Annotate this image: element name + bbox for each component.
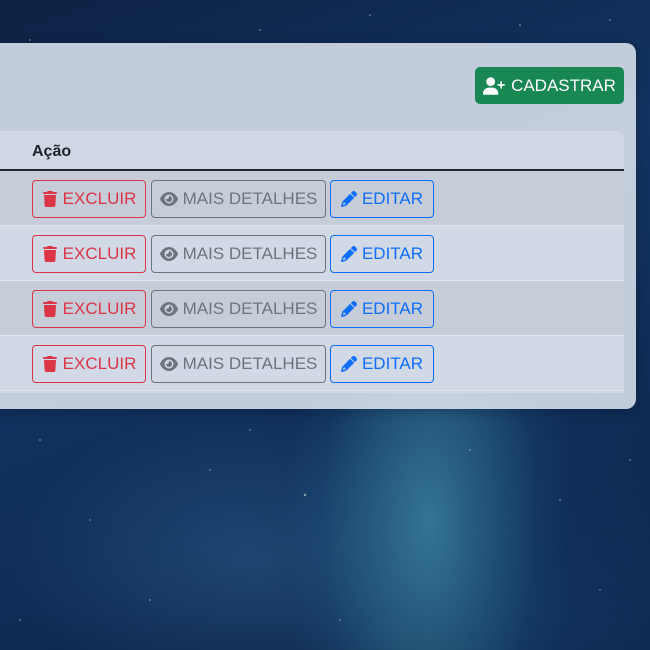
details-button-label: MAIS DETALHES bbox=[182, 299, 318, 318]
pencil-icon bbox=[340, 356, 357, 372]
user-plus-icon bbox=[483, 76, 506, 95]
eye-icon bbox=[159, 302, 178, 316]
delete-button-label: EXCLUIR bbox=[62, 189, 137, 208]
eye-icon bbox=[159, 192, 178, 206]
records-table: Ação EXCLUIR MAIS DETALHES EDITAR EXCLUI… bbox=[0, 131, 624, 393]
table-row: EXCLUIR MAIS DETALHES EDITAR bbox=[0, 171, 624, 226]
table-header: Ação bbox=[0, 131, 624, 171]
delete-button[interactable]: EXCLUIR bbox=[32, 290, 146, 328]
register-button[interactable]: CADASTRAR bbox=[475, 67, 624, 104]
eye-icon bbox=[159, 247, 178, 261]
trash-icon bbox=[42, 301, 57, 317]
table-body: EXCLUIR MAIS DETALHES EDITAR EXCLUIR MAI… bbox=[0, 171, 624, 391]
delete-button-label: EXCLUIR bbox=[62, 299, 137, 318]
details-button[interactable]: MAIS DETALHES bbox=[151, 180, 326, 218]
register-button-label: CADASTRAR bbox=[511, 75, 616, 95]
delete-button-label: EXCLUIR bbox=[62, 244, 137, 263]
edit-button[interactable]: EDITAR bbox=[330, 235, 434, 273]
pencil-icon bbox=[340, 301, 357, 317]
details-button[interactable]: MAIS DETALHES bbox=[151, 235, 326, 273]
edit-button[interactable]: EDITAR bbox=[330, 345, 434, 383]
edit-button[interactable]: EDITAR bbox=[330, 180, 434, 218]
trash-icon bbox=[42, 356, 57, 372]
edit-button-label: EDITAR bbox=[361, 189, 424, 208]
edit-button-label: EDITAR bbox=[361, 354, 424, 373]
delete-button[interactable]: EXCLUIR bbox=[32, 345, 146, 383]
details-button-label: MAIS DETALHES bbox=[182, 354, 318, 373]
eye-icon bbox=[159, 357, 178, 371]
details-button[interactable]: MAIS DETALHES bbox=[151, 345, 326, 383]
edit-button-label: EDITAR bbox=[361, 244, 424, 263]
details-button[interactable]: MAIS DETALHES bbox=[151, 290, 326, 328]
edit-button[interactable]: EDITAR bbox=[330, 290, 434, 328]
details-button-label: MAIS DETALHES bbox=[182, 189, 318, 208]
table-row: EXCLUIR MAIS DETALHES EDITAR bbox=[0, 281, 624, 336]
table-row: EXCLUIR MAIS DETALHES EDITAR bbox=[0, 226, 624, 281]
column-header-action: Ação bbox=[32, 143, 72, 160]
table-row: EXCLUIR MAIS DETALHES EDITAR bbox=[0, 336, 624, 391]
trash-icon bbox=[42, 246, 57, 262]
delete-button-label: EXCLUIR bbox=[62, 354, 137, 373]
details-button-label: MAIS DETALHES bbox=[182, 244, 318, 263]
pencil-icon bbox=[340, 246, 357, 262]
pencil-icon bbox=[340, 191, 357, 207]
trash-icon bbox=[42, 191, 57, 207]
edit-button-label: EDITAR bbox=[361, 299, 424, 318]
delete-button[interactable]: EXCLUIR bbox=[32, 180, 146, 218]
delete-button[interactable]: EXCLUIR bbox=[32, 235, 146, 273]
